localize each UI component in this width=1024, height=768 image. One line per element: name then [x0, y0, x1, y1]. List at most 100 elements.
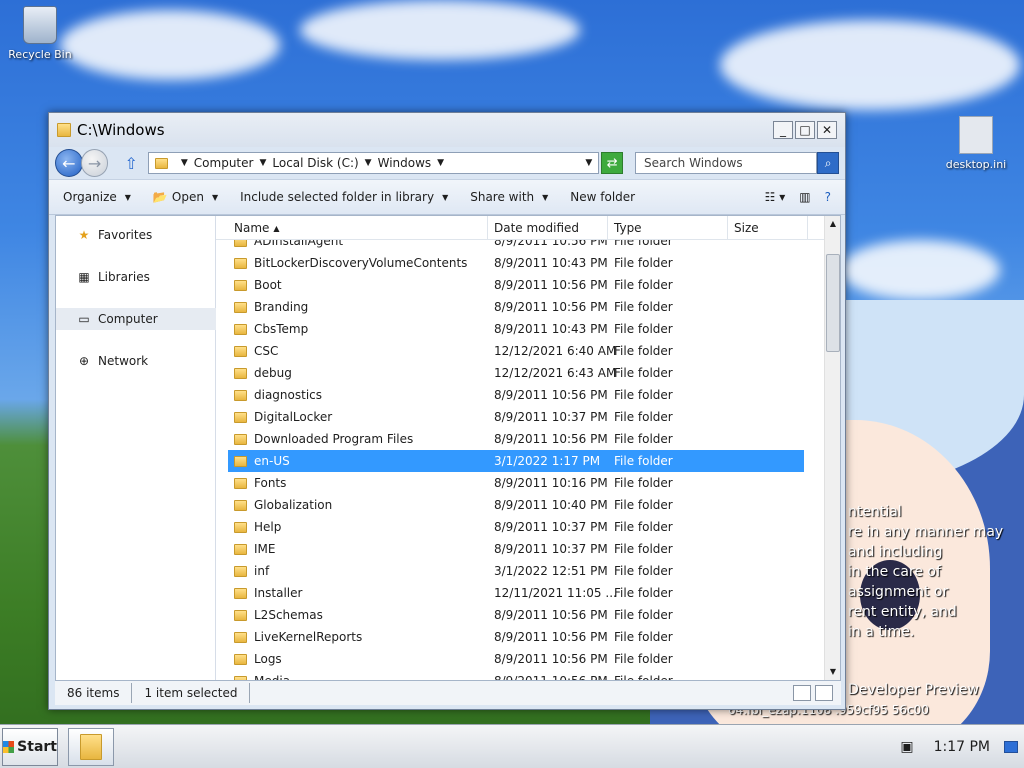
table-row[interactable]: BitLockerDiscoveryVolumeContents 8/9/2011…	[228, 252, 804, 274]
start-button[interactable]: Start	[2, 727, 58, 766]
column-type[interactable]: Type	[608, 216, 728, 240]
window-title: C:\Windows	[77, 121, 165, 139]
table-row[interactable]: Logs 8/9/2011 10:56 PM File folder	[228, 648, 804, 670]
chevron-right-icon[interactable]: ▼	[181, 158, 188, 168]
cell-date: 3/1/2022 1:17 PM	[494, 454, 601, 468]
taskbar-explorer[interactable]	[68, 727, 114, 766]
close-button[interactable]: ✕	[817, 121, 837, 139]
scroll-up-icon[interactable]: ▲	[825, 216, 840, 232]
share-with-button[interactable]: Share with ▼	[470, 190, 548, 204]
table-row[interactable]: Branding 8/9/2011 10:56 PM File folder	[228, 296, 804, 318]
forward-button[interactable]: →	[80, 149, 109, 177]
organize-button[interactable]: Organize ▼	[63, 190, 131, 204]
folder-icon	[234, 433, 247, 445]
preview-pane-icon[interactable]: ▥	[799, 190, 810, 204]
table-row[interactable]: CSC 12/12/2021 6:40 AM File folder	[228, 340, 804, 362]
column-name[interactable]: Name ▲	[228, 216, 488, 240]
file-name: CbsTemp	[254, 322, 309, 336]
table-row[interactable]: Help 8/9/2011 10:37 PM File folder	[228, 516, 804, 538]
table-row[interactable]: Boot 8/9/2011 10:56 PM File folder	[228, 274, 804, 296]
recycle-bin-icon[interactable]: Recycle Bin	[0, 6, 80, 61]
table-row[interactable]: LiveKernelReports 8/9/2011 10:56 PM File f…	[228, 626, 804, 648]
table-row[interactable]: Installer 12/11/2021 11:05 ... File folder	[228, 582, 804, 604]
breadcrumb-computer[interactable]: Computer	[194, 156, 254, 170]
cell-date: 8/9/2011 10:37 PM	[494, 520, 608, 534]
title-bar[interactable]: C:\Windows _ □ ✕	[49, 113, 845, 147]
folder-icon	[57, 123, 71, 137]
table-row[interactable]: en-US 3/1/2022 1:17 PM File folder	[228, 450, 804, 472]
table-row[interactable]: inf 3/1/2022 12:51 PM File folder	[228, 560, 804, 582]
minimize-button[interactable]: _	[773, 121, 793, 139]
nav-network[interactable]: ⊕ Network	[56, 350, 216, 372]
cell-date: 8/9/2011 10:56 PM	[494, 300, 608, 314]
show-desktop-button[interactable]	[1004, 740, 1018, 753]
nav-computer-label: Computer	[98, 312, 158, 326]
cell-type: File folder	[614, 300, 673, 314]
help-icon[interactable]: ?	[825, 190, 831, 204]
column-size[interactable]: Size	[728, 216, 808, 240]
chevron-right-icon[interactable]: ▼	[365, 158, 372, 168]
view-options-icon[interactable]: ☷ ▾	[765, 190, 786, 204]
scroll-thumb[interactable]	[826, 254, 840, 352]
watermark-line: ntential	[848, 504, 902, 520]
file-name: Downloaded Program Files	[254, 432, 414, 446]
scroll-down-icon[interactable]: ▼	[825, 664, 840, 680]
cell-date: 8/9/2011 10:16 PM	[494, 476, 608, 490]
chevron-right-icon[interactable]: ▼	[437, 158, 444, 168]
table-row[interactable]: debug 12/12/2021 6:43 AM File folder	[228, 362, 804, 384]
cloud	[300, 0, 580, 60]
address-dropdown-icon[interactable]: ▼	[585, 158, 592, 168]
breadcrumb-windows[interactable]: Windows	[378, 156, 432, 170]
open-folder-icon: 📂	[152, 190, 168, 204]
nav-libraries[interactable]: ▦ Libraries	[56, 266, 216, 288]
cell-date: 8/9/2011 10:56 PM	[494, 278, 608, 292]
table-row[interactable]: CbsTemp 8/9/2011 10:43 PM File folder	[228, 318, 804, 340]
up-arrow-icon[interactable]: ⇧	[124, 154, 137, 173]
explorer-body: ★ Favorites ▦ Libraries ▭ Computer ⊕ Network…	[55, 215, 841, 681]
clock[interactable]: 1:17 PM	[934, 739, 990, 755]
table-row[interactable]: Media 8/9/2011 10:56 PMFile folder	[228, 670, 804, 680]
table-row[interactable]: diagnostics 8/9/2011 10:56 PM File folder	[228, 384, 804, 406]
cell-type: File folder	[614, 630, 673, 644]
folder-icon	[234, 345, 247, 357]
nav-favorites[interactable]: ★ Favorites	[56, 224, 216, 246]
chevron-right-icon[interactable]: ▼	[259, 158, 266, 168]
back-button[interactable]: ←	[55, 149, 83, 177]
file-name: Help	[254, 520, 282, 534]
cell-date: 3/1/2022 12:51 PM	[494, 564, 608, 578]
table-row[interactable]: ADInstallAgent 8/9/2011 10:56 PM File fold…	[228, 240, 804, 252]
table-row[interactable]: Globalization 8/9/2011 10:40 PM File folde…	[228, 494, 804, 516]
refresh-icon[interactable]: ⇄	[601, 152, 624, 174]
search-icon[interactable]: ⌕	[817, 152, 840, 174]
table-row[interactable]: Fonts 8/9/2011 10:16 PM File folder	[228, 472, 804, 494]
open-button[interactable]: 📂 Open ▼	[153, 190, 218, 204]
column-name-label: Name	[234, 221, 270, 235]
cell-type: File folder	[614, 608, 673, 622]
folder-icon	[234, 521, 247, 533]
cell-name: debug	[228, 366, 482, 380]
maximize-button[interactable]: □	[795, 121, 815, 139]
table-row[interactable]: L2Schemas 8/9/2011 10:56 PM File folder	[228, 604, 804, 626]
vertical-scrollbar[interactable]: ▲ ▼	[824, 216, 840, 680]
include-in-library-button[interactable]: Include selected folder in library ▼	[240, 190, 448, 204]
address-bar[interactable]: ▼ Computer ▼ Local Disk (C:) ▼ Windows ▼…	[147, 152, 600, 174]
table-row[interactable]: Downloaded Program Files 8/9/2011 10:56 P…	[228, 428, 804, 450]
folder-icon	[234, 653, 247, 665]
large-icons-view-icon[interactable]	[815, 685, 833, 701]
nav-computer[interactable]: ▭ Computer	[56, 308, 216, 330]
column-date-modified[interactable]: Date modified	[488, 216, 608, 240]
nav-libraries-label: Libraries	[98, 270, 150, 284]
desktop-ini-icon[interactable]: desktop.ini	[936, 116, 1016, 171]
cell-type: File folder	[614, 520, 673, 534]
new-folder-button[interactable]: New folder	[570, 190, 635, 204]
table-row[interactable]: DigitalLocker 8/9/2011 10:37 PM File folde…	[228, 406, 804, 428]
column-date-label: Date modified	[494, 221, 580, 235]
cell-name: DigitalLocker	[228, 410, 482, 424]
start-label: Start	[17, 738, 57, 755]
search-input[interactable]: Search Windows	[635, 152, 818, 174]
cell-date: 12/11/2021 11:05 ...	[494, 586, 617, 600]
action-center-icon[interactable]: ▣	[900, 739, 913, 755]
breadcrumb-local-disk[interactable]: Local Disk (C:)	[272, 156, 358, 170]
table-row[interactable]: IME 8/9/2011 10:37 PM File folder	[228, 538, 804, 560]
details-view-icon[interactable]	[793, 685, 811, 701]
